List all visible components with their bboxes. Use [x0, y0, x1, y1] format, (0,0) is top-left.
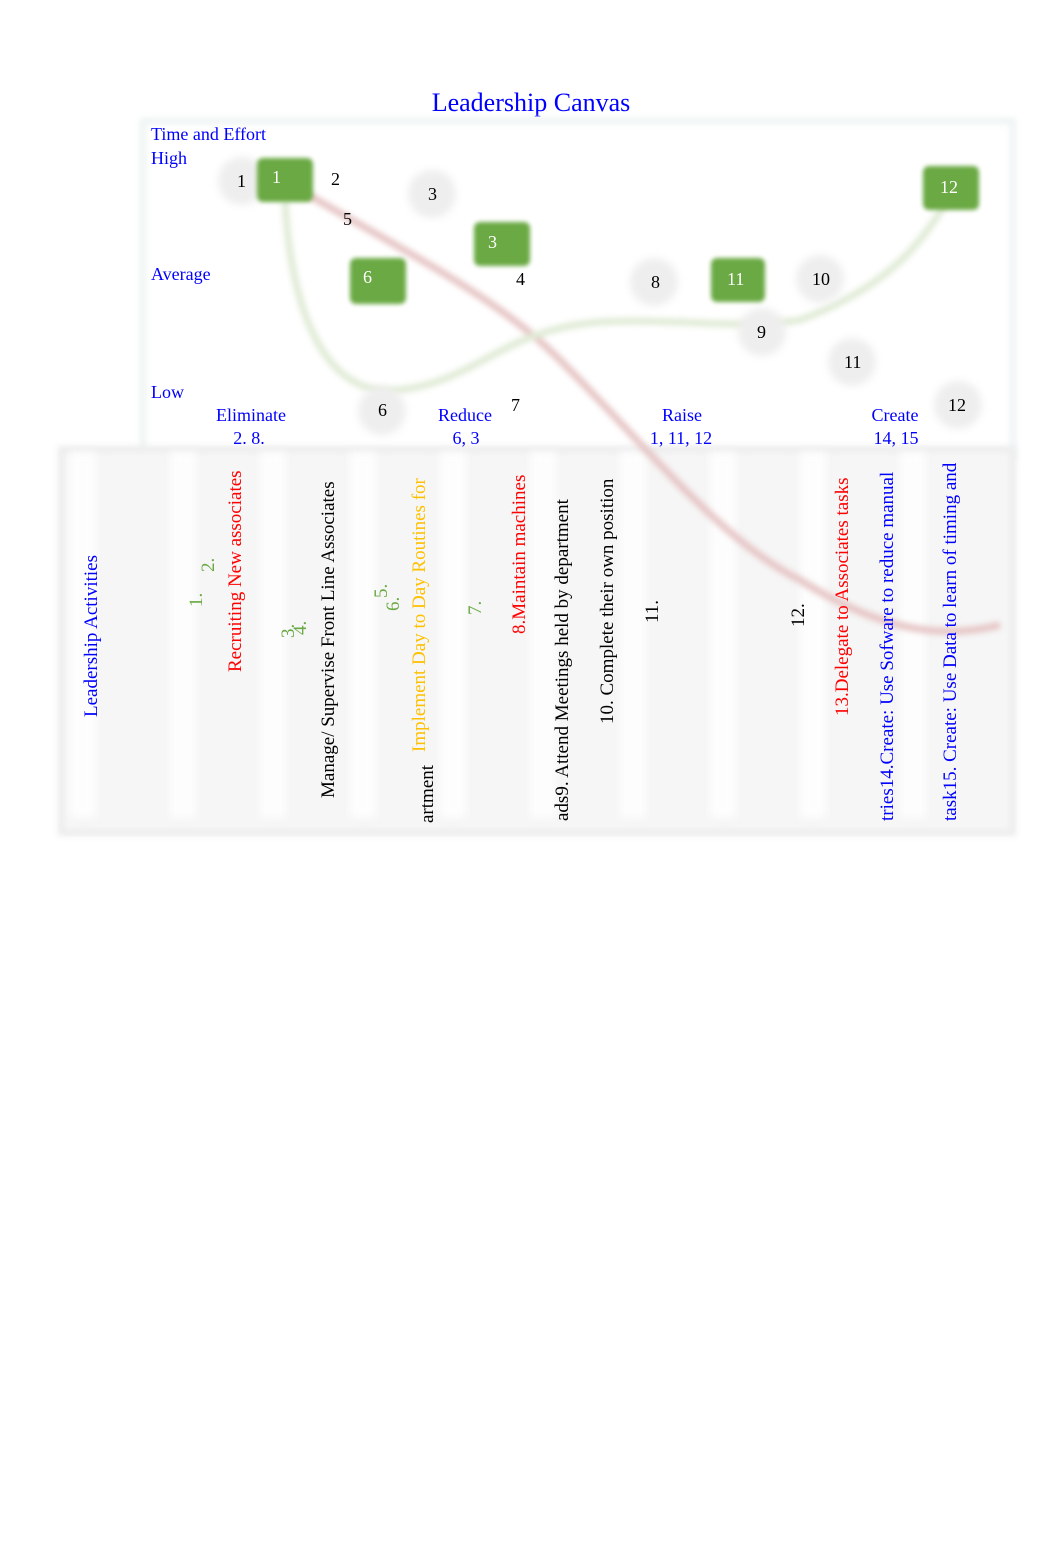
- category-raise: Raise: [662, 405, 702, 425]
- y-label-average: Average: [151, 264, 211, 284]
- highlight-label: 11: [727, 269, 745, 289]
- highlight-label: 6: [363, 267, 372, 287]
- point-label: 9: [757, 322, 766, 342]
- y-axis-title: Time and Effort: [151, 124, 266, 144]
- y-label-low: Low: [151, 382, 184, 402]
- activity-delegate: 13.Delegate to Associates tasks: [832, 477, 853, 716]
- point-label: 3: [428, 184, 437, 204]
- point-label: 5: [343, 209, 352, 229]
- point-label: 8: [651, 272, 660, 292]
- point-label: 11: [844, 352, 862, 372]
- activity-meetings: ads9. Attend Meetings held by department: [552, 499, 573, 821]
- activity-data: task15. Create: Use Data to learn of tim…: [940, 462, 961, 821]
- activity-number: 11.: [642, 599, 663, 623]
- category-eliminate-items: 2. 8.: [233, 428, 265, 448]
- highlight-box: [350, 258, 406, 304]
- point-label: 10: [812, 269, 830, 289]
- category-raise-items: 1, 11, 12: [649, 428, 713, 448]
- activity-position: 10. Complete their own position: [597, 478, 618, 724]
- activity-number: 7.: [465, 600, 486, 615]
- point-label: 2: [331, 169, 340, 189]
- activity-number: 1.: [186, 592, 207, 607]
- highlight-box: [257, 158, 313, 202]
- category-reduce: Reduce: [438, 405, 492, 425]
- point-label: 1: [237, 171, 246, 191]
- highlight-label: 1: [272, 167, 281, 187]
- point-label: 6: [378, 400, 387, 420]
- activity-number: 2.: [198, 557, 219, 572]
- activity-routines: Implement Day to Day Routines for: [409, 478, 430, 752]
- activity-fragment: artment: [417, 764, 438, 823]
- activity-recruiting: Recruiting New associates: [225, 470, 246, 672]
- activity-number: 12.: [788, 603, 809, 627]
- category-create: Create: [871, 405, 919, 425]
- category-reduce-items: 6, 3: [452, 428, 480, 448]
- activity-number: 6.: [383, 596, 404, 611]
- point-label: 4: [516, 269, 525, 289]
- highlight-label: 3: [488, 232, 497, 252]
- category-create-items: 14, 15: [873, 428, 919, 448]
- activity-software: tries14.Create: Use Sofware to reduce ma…: [877, 471, 898, 821]
- activity-maintain: 8.Maintain machines: [509, 474, 530, 634]
- activity-number: 4.: [290, 620, 311, 635]
- highlight-label: 12: [940, 177, 958, 197]
- y-label-high: High: [151, 148, 187, 168]
- highlight-box: [474, 222, 530, 266]
- activity-supervise: Manage/ Supervise Front Line Associates: [318, 481, 339, 798]
- activities-header: Leadership Activities: [81, 555, 102, 717]
- category-eliminate: Eliminate: [216, 405, 286, 425]
